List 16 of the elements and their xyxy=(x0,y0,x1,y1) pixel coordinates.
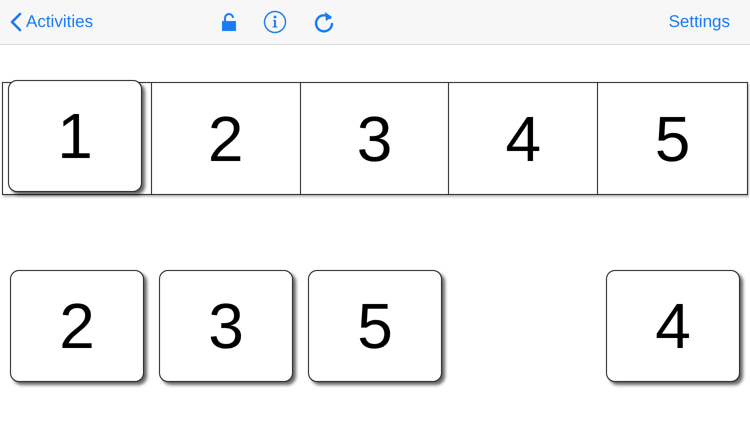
number-tile[interactable]: 1 xyxy=(8,80,142,192)
strip-slot: 4 xyxy=(449,83,598,194)
lock-icon[interactable] xyxy=(221,12,238,32)
strip-slot: 5 xyxy=(598,83,747,194)
strip-slot: 3 xyxy=(300,83,450,194)
settings-link[interactable]: Settings xyxy=(668,9,730,35)
number-tile[interactable]: 5 xyxy=(308,270,442,382)
number-tile[interactable]: 2 xyxy=(10,270,144,382)
back-link[interactable]: Activities xyxy=(10,9,94,35)
number-tile[interactable]: 3 xyxy=(159,270,293,382)
back-chevron-icon xyxy=(10,12,22,32)
back-label: Activities xyxy=(26,11,94,34)
strip-slot: 2 xyxy=(152,83,301,194)
number-tile[interactable]: 4 xyxy=(606,270,740,382)
refresh-icon[interactable] xyxy=(313,10,336,34)
info-icon[interactable] xyxy=(263,10,288,34)
